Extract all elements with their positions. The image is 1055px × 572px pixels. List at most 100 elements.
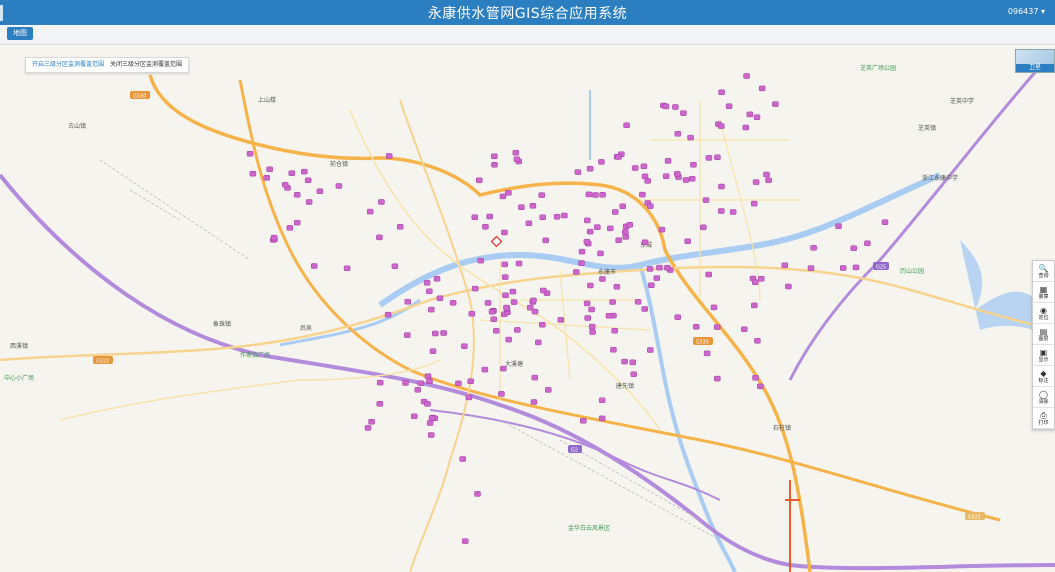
hydrant-marker[interactable]: [592, 192, 599, 198]
hydrant-marker[interactable]: [742, 124, 750, 131]
hydrant-marker[interactable]: [304, 177, 312, 184]
hydrant-marker[interactable]: [607, 225, 614, 232]
hydrant-marker[interactable]: [490, 316, 497, 322]
hydrant-marker[interactable]: [864, 240, 871, 247]
hydrant-marker[interactable]: [578, 260, 585, 266]
hydrant-marker[interactable]: [688, 175, 696, 182]
hydrant-marker[interactable]: [647, 347, 654, 353]
hydrant-marker[interactable]: [310, 263, 318, 269]
hydrant-marker[interactable]: [599, 276, 606, 282]
hydrant-marker[interactable]: [588, 323, 596, 330]
hydrant-marker[interactable]: [540, 287, 547, 294]
hydrant-marker[interactable]: [501, 261, 508, 268]
tab-map[interactable]: 地图: [7, 27, 33, 40]
hydrant-marker[interactable]: [705, 155, 713, 161]
hydrant-marker[interactable]: [426, 288, 433, 295]
hydrant-marker[interactable]: [641, 239, 649, 246]
hydrant-marker[interactable]: [474, 491, 481, 497]
hydrant-marker[interactable]: [752, 375, 759, 381]
hydrant-marker[interactable]: [509, 288, 517, 295]
hydrant-marker[interactable]: [459, 456, 466, 462]
zone-close-button[interactable]: 关闭三级分区监测覆盖范围: [110, 60, 182, 70]
hydrant-marker[interactable]: [662, 103, 670, 110]
hydrant-marker[interactable]: [436, 295, 444, 302]
hydrant-marker[interactable]: [718, 123, 725, 129]
hydrant-marker[interactable]: [598, 397, 606, 404]
hydrant-marker[interactable]: [391, 263, 399, 270]
hydrant-marker[interactable]: [429, 348, 437, 354]
hydrant-marker[interactable]: [385, 153, 393, 159]
map-svg[interactable]: G330 G322 S322 G2 G25 S330 西溪镇 芝英镇 象珠镇 前…: [0, 45, 1055, 572]
hydrant-marker[interactable]: [513, 156, 521, 162]
hydrant-marker[interactable]: [653, 275, 661, 281]
hydrant-marker[interactable]: [700, 224, 707, 231]
hydrant-marker[interactable]: [746, 111, 754, 118]
hydrant-marker[interactable]: [471, 214, 479, 221]
hydrant-marker[interactable]: [674, 314, 681, 320]
hydrant-marker[interactable]: [713, 324, 721, 330]
hydrant-marker[interactable]: [626, 222, 634, 228]
hydrant-marker[interactable]: [316, 188, 324, 194]
hydrant-marker[interactable]: [585, 191, 593, 198]
hydrant-marker[interactable]: [305, 199, 313, 205]
hydrant-marker[interactable]: [366, 208, 374, 215]
hydrant-marker[interactable]: [263, 175, 271, 181]
hydrant-marker[interactable]: [641, 306, 648, 312]
hydrant-marker[interactable]: [574, 169, 582, 175]
hydrant-marker[interactable]: [674, 171, 681, 177]
hydrant-marker[interactable]: [587, 282, 594, 289]
hydrant-marker[interactable]: [852, 264, 860, 271]
hydrant-marker[interactable]: [611, 327, 618, 334]
hydrant-marker[interactable]: [423, 280, 431, 286]
hydrant-marker[interactable]: [500, 365, 507, 372]
hydrant-marker[interactable]: [641, 173, 649, 180]
hydrant-marker[interactable]: [752, 279, 759, 286]
hydrant-marker[interactable]: [249, 170, 257, 177]
hydrant-marker[interactable]: [662, 173, 670, 179]
hydrant-marker[interactable]: [505, 190, 512, 196]
hydrant-marker[interactable]: [518, 204, 525, 210]
hydrant-marker[interactable]: [471, 285, 479, 292]
hydrant-marker[interactable]: [404, 332, 411, 338]
hydrant-marker[interactable]: [402, 380, 409, 386]
hydrant-marker[interactable]: [288, 170, 296, 176]
hydrant-marker[interactable]: [629, 359, 637, 366]
tool-print[interactable]: ⎙ 打印: [1033, 408, 1054, 429]
basemap-switcher[interactable]: 卫星: [1015, 49, 1055, 73]
zone-open-button[interactable]: 开启三级分区监测覆盖范围: [32, 60, 104, 70]
tool-clear[interactable]: ◯ 清除: [1033, 387, 1054, 408]
hydrant-marker[interactable]: [396, 224, 404, 230]
hydrant-marker[interactable]: [484, 300, 492, 306]
hydrant-marker[interactable]: [561, 212, 568, 219]
hydrant-marker[interactable]: [417, 380, 425, 386]
hydrant-marker[interactable]: [530, 399, 538, 405]
hydrant-marker[interactable]: [545, 387, 552, 393]
hydrant-marker[interactable]: [589, 329, 596, 335]
hydrant-marker[interactable]: [465, 394, 473, 401]
tool-locate[interactable]: ◉ 定位: [1033, 303, 1054, 324]
hydrant-marker[interactable]: [433, 276, 441, 282]
hydrant-marker[interactable]: [718, 208, 725, 214]
hydrant-marker[interactable]: [752, 179, 760, 185]
hydrant-marker[interactable]: [680, 110, 687, 116]
hydrant-marker[interactable]: [440, 330, 447, 336]
hydrant-marker[interactable]: [505, 336, 512, 343]
hydrant-marker[interactable]: [538, 192, 545, 198]
hydrant-marker[interactable]: [725, 103, 733, 109]
hydrant-marker[interactable]: [714, 375, 721, 382]
hydrant-marker[interactable]: [424, 401, 431, 407]
hydrant-marker[interactable]: [615, 154, 622, 160]
hydrant-marker[interactable]: [426, 378, 433, 385]
tool-display[interactable]: ▣ 显示: [1033, 345, 1054, 366]
hydrant-marker[interactable]: [611, 209, 619, 215]
hydrant-marker[interactable]: [597, 250, 604, 257]
hydrant-marker[interactable]: [491, 162, 498, 168]
hydrant-marker[interactable]: [343, 265, 351, 272]
hydrant-marker[interactable]: [525, 220, 533, 227]
hydrant-marker[interactable]: [583, 300, 591, 307]
hydrant-marker[interactable]: [599, 192, 606, 198]
hydrant-marker[interactable]: [368, 418, 375, 425]
hydrant-marker[interactable]: [557, 317, 565, 323]
hydrant-marker[interactable]: [598, 159, 605, 165]
hydrant-marker[interactable]: [807, 265, 815, 271]
